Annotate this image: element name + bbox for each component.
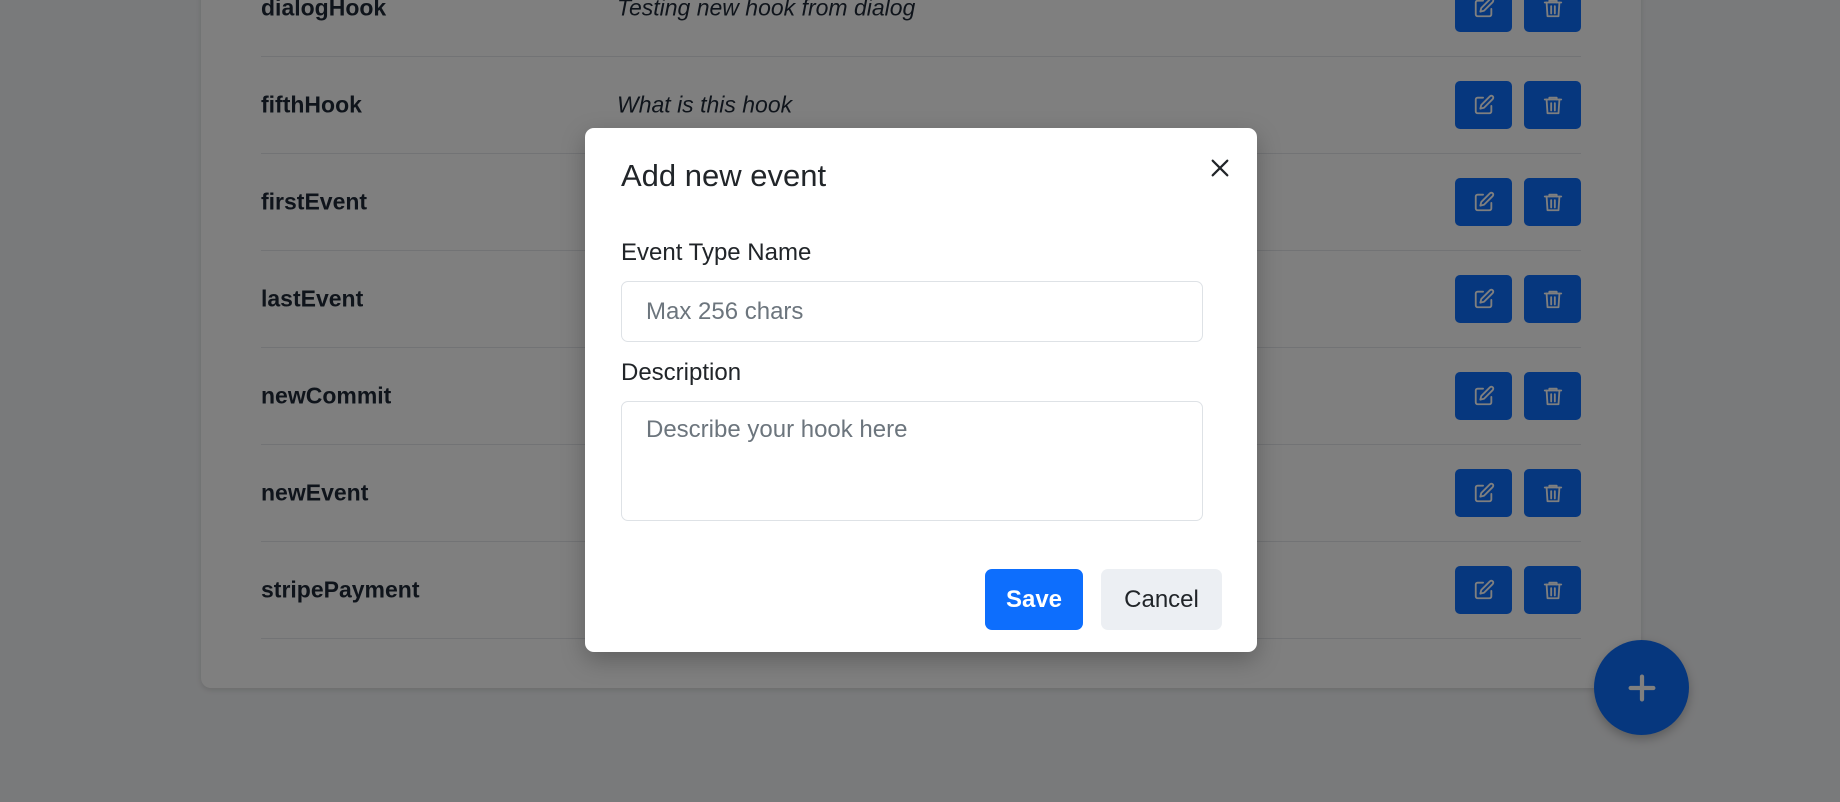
description-textarea[interactable]: [621, 401, 1203, 521]
description-label: Description: [621, 359, 742, 386]
close-icon: [1211, 159, 1229, 177]
close-button[interactable]: [1202, 150, 1238, 186]
save-button[interactable]: Save: [985, 569, 1083, 630]
cancel-button[interactable]: Cancel: [1101, 569, 1222, 630]
add-event-modal: Add new event Event Type Name Descriptio…: [585, 128, 1257, 652]
event-type-name-label: Event Type Name: [621, 239, 812, 266]
modal-title: Add new event: [621, 158, 827, 193]
event-type-name-input[interactable]: [621, 281, 1203, 342]
